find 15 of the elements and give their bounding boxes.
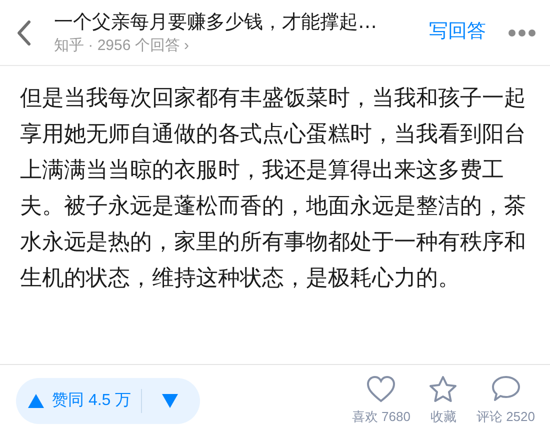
like-button[interactable]: 喜欢 7680: [342, 375, 420, 427]
favorite-button[interactable]: 收藏: [419, 375, 468, 427]
more-icon[interactable]: [508, 28, 536, 36]
answer-count-link[interactable]: 知乎 · 2956 个回答 ›: [54, 34, 190, 56]
up-triangle-icon: [28, 394, 44, 408]
answer-paragraph: 但是当我每次回家都有丰盛饭菜时，当我和孩子一起享用她无师自通做的各式点心蛋糕时，当我看到阳台上满满当当晾的衣服时，我还是算得出来这多费工夫。被子永远是蓬松而香的，地面永远是整洁的，茶水永远是热的，家里的所有事物都处于一种有秩序和生机的状态，维持这种状态，是极耗心力的。: [19, 84, 527, 292]
back-icon[interactable]: [16, 18, 32, 46]
star-icon: [428, 375, 458, 404]
speech-bubble-icon: [490, 375, 521, 404]
comment-button[interactable]: 评论 2520: [467, 375, 544, 427]
question-title: 一个父亲每月要赚多少钱，才能撑起…: [54, 10, 378, 34]
upvote-button[interactable]: 赞同 4.5 万: [28, 389, 142, 413]
write-answer-button[interactable]: 写回答: [429, 18, 486, 47]
heart-icon: [366, 375, 396, 404]
down-triangle-icon: [162, 394, 178, 408]
